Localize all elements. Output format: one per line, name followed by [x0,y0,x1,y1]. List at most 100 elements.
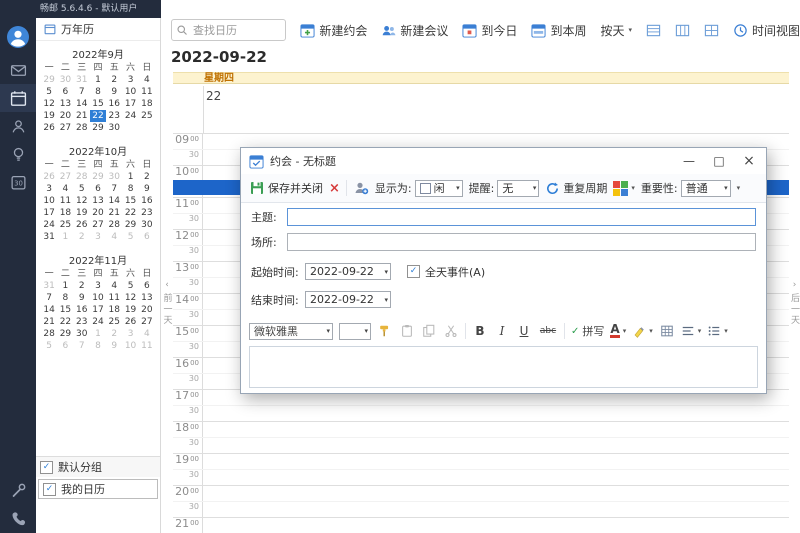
italic-button[interactable]: I [494,323,510,339]
mini-day[interactable]: 5 [41,86,57,98]
mini-day[interactable]: 4 [57,183,73,195]
mini-day[interactable]: 27 [139,316,155,328]
hour-row[interactable]: 2000 [173,485,789,501]
start-date-select[interactable]: 2022-09-22 ▾ [305,263,391,280]
hour-row[interactable]: 1900 [173,453,789,469]
mini-day[interactable]: 1 [90,74,106,86]
mini-day[interactable]: 3 [122,74,138,86]
sidebar-item-almanac[interactable]: 30 [0,168,36,196]
mini-day[interactable]: 6 [139,231,155,243]
mini-day-selected[interactable]: 22 [90,110,106,122]
mini-day[interactable]: 26 [74,219,90,231]
bold-button[interactable]: B [472,323,488,339]
mini-day[interactable]: 7 [106,183,122,195]
sidebar-item-ideas[interactable] [0,140,36,168]
prev-day-strip[interactable]: ‹ 前一天 [161,72,173,533]
mini-day[interactable]: 11 [139,340,155,352]
mini-day[interactable]: 30 [74,328,90,340]
appointment-body-editor[interactable] [249,346,758,388]
copy-button[interactable] [421,323,437,339]
reminder-select[interactable]: 无 ▾ [497,180,539,197]
mini-day[interactable]: 22 [57,316,73,328]
time-slot[interactable] [203,470,789,485]
mini-day[interactable]: 20 [139,304,155,316]
mini-day[interactable]: 9 [106,86,122,98]
mini-day[interactable]: 12 [41,98,57,110]
mini-day[interactable]: 27 [90,219,106,231]
close-button[interactable]: × [734,148,764,174]
mini-day[interactable]: 24 [122,110,138,122]
mini-day[interactable]: 10 [122,340,138,352]
mini-day[interactable]: 22 [122,207,138,219]
mini-day[interactable]: 14 [74,98,90,110]
mini-day[interactable]: 23 [74,316,90,328]
time-slot[interactable] [203,518,789,533]
mini-day[interactable]: 29 [90,171,106,183]
mini-day[interactable]: 6 [139,280,155,292]
sidebar-item-calendar[interactable] [0,84,36,112]
mini-day[interactable]: 5 [122,280,138,292]
list-button[interactable]: ▾ [707,324,728,338]
mini-day[interactable]: 13 [57,98,73,110]
next-day-strip[interactable]: › 后一天 [789,72,800,533]
mini-day[interactable]: 4 [139,74,155,86]
paste-button[interactable] [399,323,415,339]
mini-day[interactable]: 15 [122,195,138,207]
mini-day[interactable]: 3 [90,280,106,292]
mini-day[interactable]: 23 [106,110,122,122]
spell-check-button[interactable]: ✓ 拼写 [571,323,604,339]
time-slot[interactable] [203,422,789,437]
mini-day[interactable]: 25 [57,219,73,231]
half-hour-row[interactable]: 30 [173,437,789,453]
mini-day[interactable]: 29 [41,74,57,86]
font-family-select[interactable]: 微软雅黑 ▾ [249,323,333,340]
mini-day[interactable]: 23 [139,207,155,219]
mini-day[interactable]: 19 [41,110,57,122]
mini-day[interactable]: 16 [74,304,90,316]
invite-attendees-button[interactable] [353,180,369,196]
go-today-button[interactable]: 到今日 [462,22,517,39]
cut-button[interactable] [443,323,459,339]
by-day-button[interactable]: 按天 ▾ [600,22,632,39]
calendar-item-my[interactable]: ✓ 我的日历 [38,479,158,499]
mini-day[interactable]: 11 [57,195,73,207]
mini-day[interactable]: 7 [74,86,90,98]
all-day-toggle[interactable]: ✓ 全天事件(A) [407,264,485,280]
mini-day[interactable]: 19 [122,304,138,316]
mini-day[interactable]: 18 [106,304,122,316]
mini-day[interactable]: 12 [122,292,138,304]
mini-day[interactable]: 9 [139,183,155,195]
mini-day[interactable]: 15 [57,304,73,316]
font-color-button[interactable]: A ▾ [610,324,626,338]
save-close-button[interactable]: 保存并关闭 [249,180,323,196]
mini-day[interactable]: 5 [122,231,138,243]
mini-day[interactable]: 21 [74,110,90,122]
mini-day[interactable]: 28 [74,171,90,183]
half-hour-row[interactable]: 30 [173,405,789,421]
new-appointment-button[interactable]: 新建约会 [300,22,367,39]
mini-day[interactable]: 30 [139,219,155,231]
time-view-button[interactable]: 时间视图 [733,22,800,39]
sidebar-item-tools[interactable] [0,476,36,504]
mini-day[interactable]: 4 [106,280,122,292]
highlight-button[interactable]: ▾ [632,324,653,338]
dialog-title-bar[interactable]: 约会 - 无标题 — □ × [241,148,766,174]
mini-day[interactable]: 1 [122,171,138,183]
mini-day[interactable]: 10 [90,292,106,304]
mini-day[interactable]: 11 [106,292,122,304]
category-color-button[interactable]: ▾ [613,181,635,196]
mini-day[interactable]: 1 [57,231,73,243]
mini-day[interactable]: 24 [41,219,57,231]
mini-day[interactable]: 19 [74,207,90,219]
insert-table-button[interactable] [659,323,675,339]
mini-day[interactable]: 5 [74,183,90,195]
go-week-button[interactable]: 到本周 [531,22,586,39]
mini-day[interactable]: 27 [57,122,73,134]
mini-day[interactable]: 8 [122,183,138,195]
mini-day[interactable]: 30 [106,122,122,134]
grid-view-button[interactable] [704,23,719,38]
subject-field[interactable] [287,208,756,226]
time-slot[interactable] [203,438,789,453]
mini-day[interactable]: 7 [41,292,57,304]
maximize-button[interactable]: □ [704,148,734,174]
